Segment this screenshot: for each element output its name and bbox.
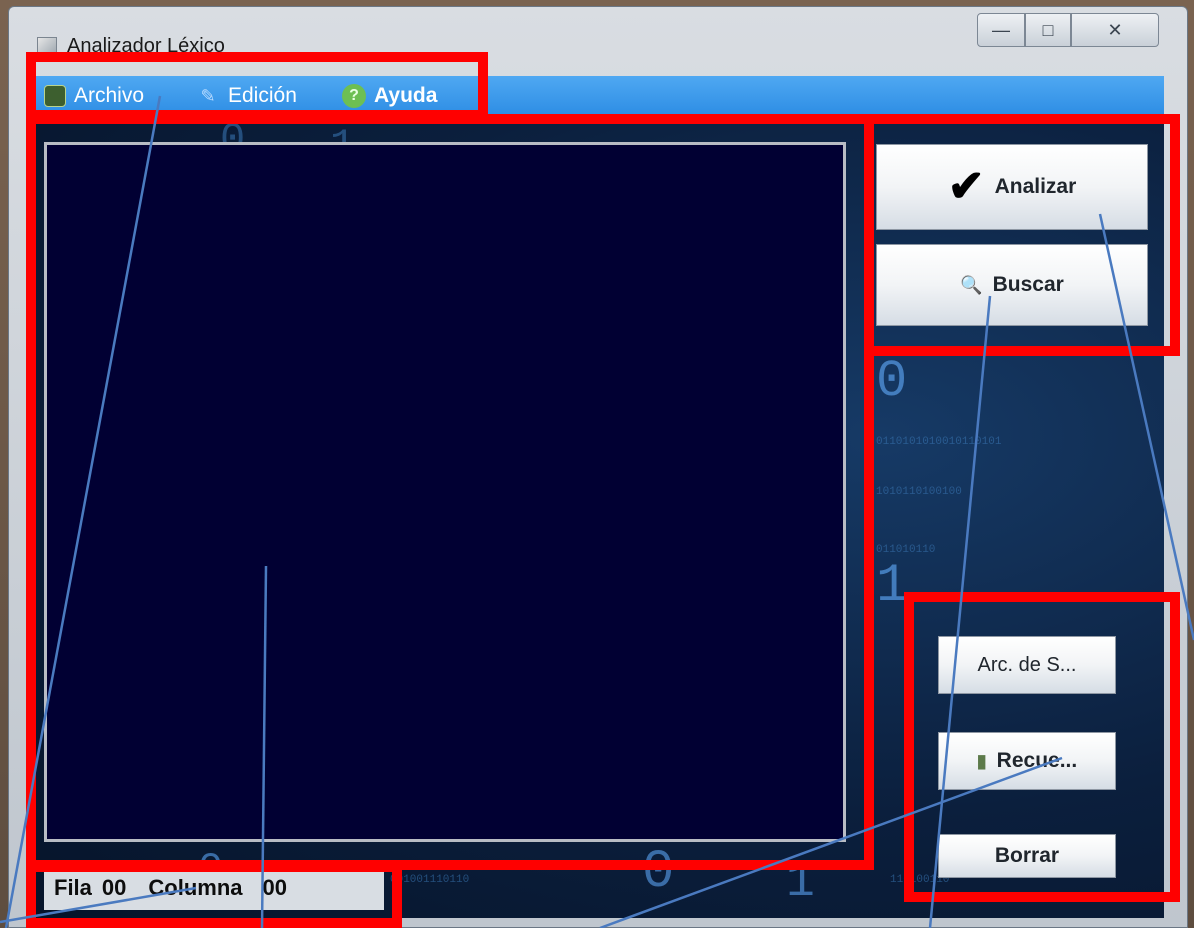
callout-line-status	[0, 886, 197, 924]
callout-line-editor	[260, 565, 268, 928]
callout-line-recuperar	[599, 756, 1063, 928]
callout-line-analizar	[1098, 213, 1194, 641]
callout-line-buscar	[928, 295, 992, 928]
callout-lines	[0, 95, 1194, 928]
callout-line-menu	[4, 95, 162, 928]
